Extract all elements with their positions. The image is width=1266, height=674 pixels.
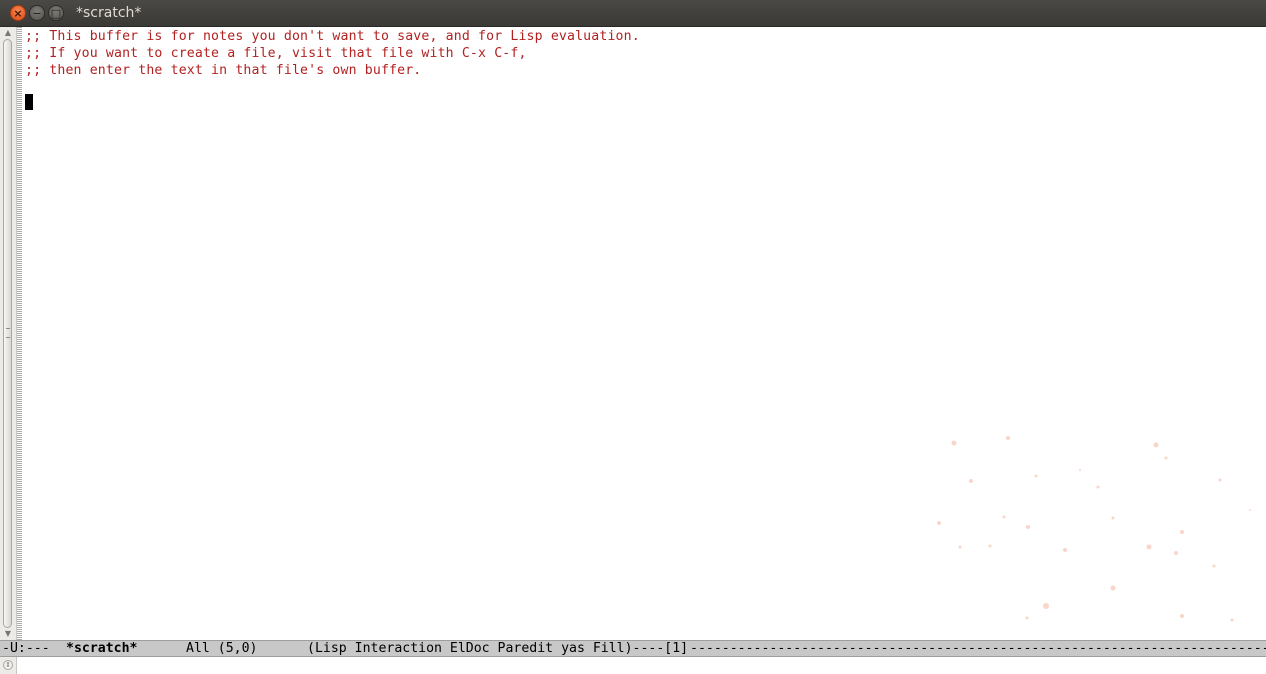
minibuffer[interactable]: ⇕ xyxy=(0,657,1266,674)
scrollbar-grip-icon xyxy=(6,328,10,338)
buffer-line: ;; then enter the text in that file's ow… xyxy=(25,63,422,78)
window-titlebar: × − □ *scratch* xyxy=(0,0,1266,27)
modeline-filler: ----------------------------------------… xyxy=(690,641,1266,656)
left-fringe xyxy=(17,27,22,640)
scroll-down-arrow-icon[interactable]: ▼ xyxy=(3,630,13,638)
minimize-window-button[interactable]: − xyxy=(29,5,45,21)
modeline-buffer-name[interactable]: *scratch* xyxy=(66,641,137,656)
buffer-line: ;; This buffer is for notes you don't wa… xyxy=(25,29,640,44)
modeline-major-minor-modes[interactable]: (Lisp Interaction ElDoc Paredit yas Fill… xyxy=(307,641,688,656)
window-title: *scratch* xyxy=(76,5,142,21)
scroll-up-arrow-icon[interactable]: ▲ xyxy=(3,29,13,37)
scrollbar-thumb[interactable] xyxy=(3,39,12,628)
modeline-status: -U:--- xyxy=(2,641,50,656)
minibuffer-scroll-icon[interactable]: ⇕ xyxy=(3,660,13,670)
close-window-button[interactable]: × xyxy=(10,5,26,21)
maximize-window-button[interactable]: □ xyxy=(48,5,64,21)
window-controls: × − □ xyxy=(10,5,64,21)
modeline-position: All (5,0) xyxy=(186,641,258,656)
mode-line: -U:--- *scratch* All (5,0) (Lisp Interac… xyxy=(0,640,1266,657)
text-cursor xyxy=(25,94,33,110)
buffer-line: ;; If you want to create a file, visit t… xyxy=(25,46,527,61)
minibuffer-scrollbar[interactable]: ⇕ xyxy=(0,657,17,674)
scratch-buffer-text-area[interactable]: ;; This buffer is for notes you don't wa… xyxy=(25,28,1266,639)
vertical-scrollbar[interactable]: ▲ ▼ xyxy=(0,27,17,640)
